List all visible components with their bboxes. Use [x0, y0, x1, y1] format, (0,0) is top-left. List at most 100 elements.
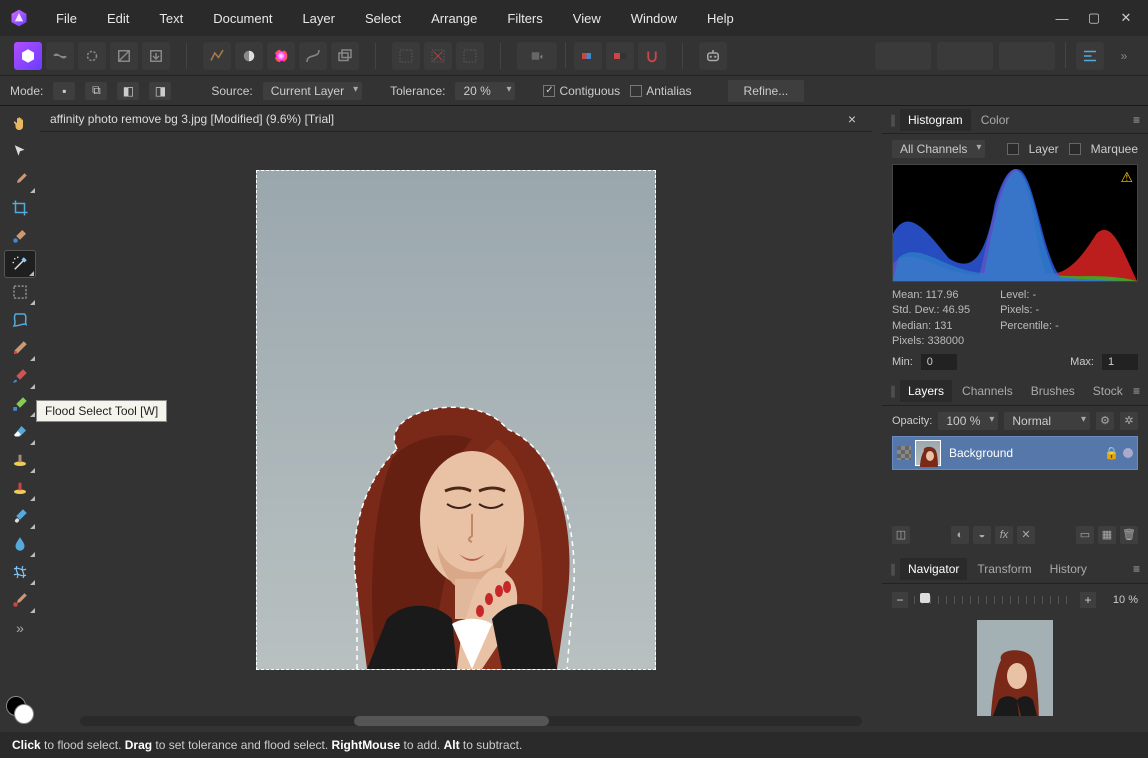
livefilter-icon[interactable]: ◒ — [973, 526, 991, 544]
tool-crop[interactable] — [4, 194, 36, 222]
layer-background[interactable]: Background 🔒 — [892, 436, 1138, 470]
tool-mesh[interactable] — [4, 558, 36, 586]
menu-document[interactable]: Document — [199, 5, 286, 32]
lock-icon[interactable]: 🔒 — [1104, 446, 1119, 460]
gear-icon[interactable]: ⚙ — [1096, 412, 1114, 430]
antialias-check[interactable]: Antialias — [630, 84, 691, 98]
zoom-in-button[interactable]: + — [1080, 592, 1096, 608]
persona-develop[interactable] — [78, 42, 106, 70]
blend-dropdown[interactable]: Normal — [1004, 412, 1090, 430]
menu-file[interactable]: File — [42, 5, 91, 32]
tb-grid[interactable] — [517, 42, 557, 70]
panel-handle-icon[interactable]: ∥ — [890, 384, 894, 398]
layer-visible-dot[interactable] — [1123, 448, 1133, 458]
zoom-value[interactable]: 10 % — [1102, 594, 1138, 606]
tool-hand[interactable] — [4, 110, 36, 138]
menu-edit[interactable]: Edit — [93, 5, 143, 32]
tab-navigator[interactable]: Navigator — [900, 558, 967, 580]
tb-quick1[interactable] — [875, 42, 931, 70]
window-maximize[interactable]: ▢ — [1080, 9, 1108, 27]
tab-histogram[interactable]: Histogram — [900, 109, 971, 131]
tab-close[interactable]: × — [842, 111, 862, 127]
fx-icon[interactable]: fx — [995, 526, 1013, 544]
tab-brushes[interactable]: Brushes — [1023, 380, 1083, 402]
menu-filters[interactable]: Filters — [493, 5, 556, 32]
menu-help[interactable]: Help — [693, 5, 748, 32]
tb-scope2[interactable] — [424, 42, 452, 70]
tool-pixel[interactable] — [4, 390, 36, 418]
vertical-scrollbar[interactable] — [872, 106, 882, 732]
opacity-dropdown[interactable]: 100 % — [938, 412, 998, 430]
visibility-check[interactable] — [897, 446, 911, 460]
tb-curves[interactable] — [299, 42, 327, 70]
navigator-thumbnail[interactable] — [977, 620, 1053, 716]
tab-layers[interactable]: Layers — [900, 380, 952, 402]
tb-snap[interactable] — [638, 42, 666, 70]
tb-swatch[interactable] — [574, 42, 602, 70]
persona-export[interactable] — [142, 42, 170, 70]
tb-scope3[interactable] — [456, 42, 484, 70]
tb-quick3[interactable] — [999, 42, 1055, 70]
document-canvas[interactable] — [256, 170, 656, 670]
menu-arrange[interactable]: Arrange — [417, 5, 491, 32]
mode-subtract[interactable]: ◧ — [117, 82, 139, 100]
horizontal-scrollbar[interactable] — [80, 716, 862, 726]
adjust-icon[interactable]: ◐ — [951, 526, 969, 544]
tb-assistant[interactable] — [699, 42, 727, 70]
tab-stock[interactable]: Stock — [1085, 380, 1131, 402]
panel-menu-icon[interactable]: ≡ — [1133, 384, 1140, 398]
tab-transform[interactable]: Transform — [969, 558, 1039, 580]
tb-quick2[interactable] — [937, 42, 993, 70]
group-icon[interactable]: ▭ — [1076, 526, 1094, 544]
fx-icon[interactable]: ✲ — [1120, 412, 1138, 430]
persona-liquify[interactable] — [46, 42, 74, 70]
mode-new[interactable]: ▪ — [53, 82, 75, 100]
persona-tonemap[interactable] — [110, 42, 138, 70]
tool-flood-select[interactable] — [4, 250, 36, 278]
tool-selection-brush[interactable] — [4, 222, 36, 250]
window-close[interactable]: ✕ — [1112, 9, 1140, 27]
add-icon[interactable]: ▦ — [1098, 526, 1116, 544]
mode-intersect[interactable]: ◨ — [149, 82, 171, 100]
viewport[interactable] — [40, 132, 872, 732]
tb-more[interactable]: » — [1110, 42, 1138, 70]
tool-red-eye[interactable] — [4, 586, 36, 614]
tab-color[interactable]: Color — [973, 109, 1018, 131]
trash-icon[interactable]: 🗑 — [1120, 526, 1138, 544]
tool-dodge[interactable] — [4, 502, 36, 530]
tool-move[interactable] — [4, 138, 36, 166]
zoom-slider[interactable] — [914, 596, 1074, 604]
layer-check[interactable] — [1007, 143, 1019, 155]
tab-history[interactable]: History — [1042, 558, 1095, 580]
contiguous-check[interactable]: ✓Contiguous — [543, 84, 620, 98]
max-input[interactable]: 1 — [1102, 354, 1138, 370]
tool-freehand[interactable] — [4, 306, 36, 334]
tb-swatch2[interactable] — [606, 42, 634, 70]
panel-menu-icon[interactable]: ≡ — [1133, 562, 1140, 576]
tb-align[interactable] — [1076, 42, 1104, 70]
panel-menu-icon[interactable]: ≡ — [1133, 113, 1140, 127]
menu-view[interactable]: View — [559, 5, 615, 32]
tool-erase[interactable] — [4, 418, 36, 446]
tolerance-dropdown[interactable]: 20 % — [455, 82, 515, 100]
tb-stacks[interactable] — [331, 42, 359, 70]
panel-handle-icon[interactable]: ∥ — [890, 562, 894, 576]
color-swatches[interactable] — [6, 696, 34, 724]
panel-handle-icon[interactable]: ∥ — [890, 113, 894, 127]
tb-colorwheel[interactable] — [267, 42, 295, 70]
channel-dropdown[interactable]: All Channels — [892, 140, 985, 158]
menu-layer[interactable]: Layer — [288, 5, 349, 32]
menu-text[interactable]: Text — [145, 5, 197, 32]
marquee-check[interactable] — [1069, 143, 1081, 155]
tool-more[interactable]: » — [4, 614, 36, 642]
zoom-out-button[interactable]: − — [892, 592, 908, 608]
menu-select[interactable]: Select — [351, 5, 415, 32]
mode-add[interactable]: ⧉ — [85, 82, 107, 100]
tb-scope1[interactable] — [392, 42, 420, 70]
tb-autolevels[interactable] — [203, 42, 231, 70]
menu-window[interactable]: Window — [617, 5, 691, 32]
tool-inpaint[interactable] — [4, 474, 36, 502]
window-minimize[interactable]: — — [1048, 9, 1076, 27]
tab-channels[interactable]: Channels — [954, 380, 1021, 402]
mask-icon[interactable]: ◫ — [892, 526, 910, 544]
